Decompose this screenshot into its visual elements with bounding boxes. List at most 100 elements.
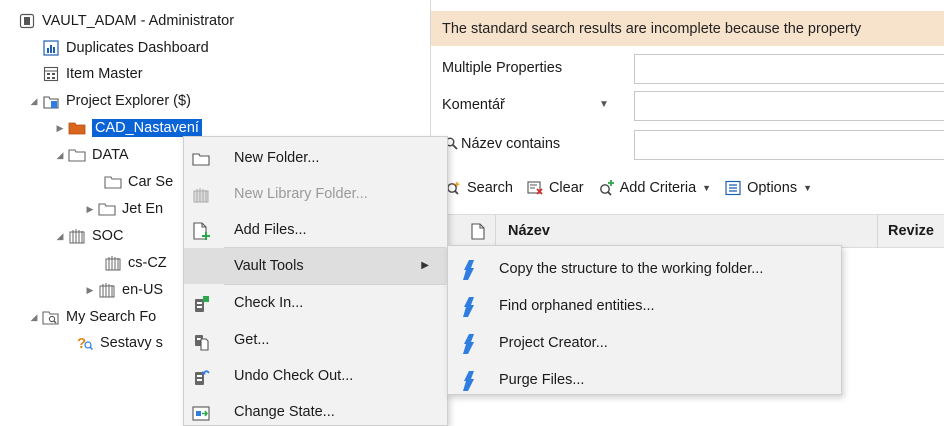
orange-folder-icon bbox=[68, 119, 86, 137]
column-separator[interactable] bbox=[495, 215, 496, 248]
submenu-item-copy-structure[interactable]: Copy the structure to the working folder… bbox=[448, 251, 841, 288]
saved-search-icon: ? bbox=[76, 334, 94, 352]
criteria-input[interactable] bbox=[634, 91, 944, 121]
criteria-label: Název contains bbox=[445, 136, 560, 152]
tree-node-label: VAULT_ADAM - Administrator bbox=[42, 13, 235, 29]
folder-icon bbox=[68, 146, 86, 164]
vault-tool-icon bbox=[462, 371, 478, 391]
context-menu: New Folder... New Library Folder... Add … bbox=[183, 136, 448, 426]
expanded-chevron-icon[interactable]: ◢ bbox=[28, 90, 40, 112]
submenu-item-purge-files[interactable]: Purge Files... bbox=[448, 362, 841, 399]
criteria-input[interactable] bbox=[634, 130, 944, 160]
change-state-icon bbox=[191, 403, 211, 423]
criteria-label[interactable]: Komentář bbox=[442, 97, 505, 113]
search-folder-icon bbox=[42, 308, 60, 326]
tree-node-data-folder[interactable]: ◢ DATA bbox=[54, 144, 129, 166]
tree-node-jet-folder[interactable]: ▶ Jet En bbox=[84, 198, 164, 220]
tree-node-car-folder[interactable]: Car Se bbox=[104, 171, 173, 193]
expanded-chevron-icon[interactable]: ◢ bbox=[54, 144, 66, 166]
tree-node-en-folder[interactable]: ▶ en-US bbox=[84, 279, 164, 301]
menu-item-undo-check-out[interactable]: Undo Check Out... bbox=[184, 358, 447, 394]
submenu-item-label: Purge Files... bbox=[499, 372, 585, 388]
vault-server-icon bbox=[18, 12, 36, 30]
menu-item-add-files[interactable]: Add Files... bbox=[184, 212, 447, 248]
tree-node-item-master[interactable]: Item Master bbox=[42, 63, 143, 85]
submenu-item-find-orphaned[interactable]: Find orphaned entities... bbox=[448, 288, 841, 325]
search-toolbar: Search Clear Add Criteria ▼ Options ▼ bbox=[431, 173, 944, 203]
add-criteria-button[interactable]: Add Criteria ▼ bbox=[598, 180, 711, 196]
menu-item-label: Undo Check Out... bbox=[234, 368, 354, 384]
criteria-label-text: Název contains bbox=[461, 136, 561, 152]
tree-node-saved-search[interactable]: ? Sestavy s bbox=[76, 332, 163, 354]
menu-item-label: New Library Folder... bbox=[234, 186, 368, 202]
menu-item-change-state[interactable]: Change State... bbox=[184, 394, 447, 426]
library-folder-icon bbox=[104, 254, 122, 272]
tree-node-label-selected: CAD_Nastavení bbox=[92, 119, 202, 137]
tree-node-root[interactable]: VAULT_ADAM - Administrator bbox=[18, 10, 234, 32]
tree-node-project-explorer[interactable]: ◢ Project Explorer ($) bbox=[28, 90, 191, 112]
clear-icon bbox=[527, 180, 544, 196]
expanded-chevron-icon[interactable]: ◢ bbox=[54, 225, 66, 247]
dropdown-arrow-icon: ▼ bbox=[702, 183, 712, 193]
tree-node-label: My Search Fo bbox=[66, 309, 157, 325]
collapsed-chevron-icon[interactable]: ▶ bbox=[84, 279, 96, 301]
folder-icon bbox=[98, 200, 116, 218]
library-folder-icon bbox=[98, 281, 116, 299]
search-button[interactable]: Search bbox=[445, 180, 513, 196]
expanded-chevron-icon[interactable]: ◢ bbox=[28, 306, 40, 328]
add-criteria-icon bbox=[598, 180, 615, 196]
column-separator[interactable] bbox=[877, 215, 878, 248]
criteria-input[interactable] bbox=[634, 54, 944, 84]
menu-item-get[interactable]: Get... bbox=[184, 322, 447, 358]
file-type-column-icon[interactable] bbox=[471, 223, 485, 243]
tree-node-cad-folder[interactable]: ▶ CAD_Nastavení bbox=[54, 117, 202, 139]
tree-node-label: DATA bbox=[92, 147, 129, 163]
tree-node-soc-folder[interactable]: ◢ SOC bbox=[54, 225, 124, 247]
menu-item-label: New Folder... bbox=[234, 150, 320, 166]
menu-item-new-folder[interactable]: New Folder... bbox=[184, 140, 447, 176]
vault-tool-icon bbox=[462, 334, 478, 354]
tree-node-my-search[interactable]: ◢ My Search Fo bbox=[28, 306, 157, 328]
tree-node-label: Sestavy s bbox=[100, 335, 163, 351]
library-folder-icon bbox=[68, 227, 86, 245]
tree-node-label: Item Master bbox=[66, 66, 143, 82]
column-header-revision[interactable]: Revize bbox=[888, 223, 934, 239]
project-explorer-icon bbox=[42, 92, 60, 110]
submenu-item-project-creator[interactable]: Project Creator... bbox=[448, 325, 841, 362]
menu-item-new-library-folder[interactable]: New Library Folder... bbox=[184, 176, 447, 212]
submenu-item-label: Copy the structure to the working folder… bbox=[499, 261, 764, 277]
tree-node-cs-folder[interactable]: cs-CZ bbox=[104, 252, 167, 274]
column-header-name[interactable]: Název bbox=[508, 223, 550, 239]
tree-node-label: Car Se bbox=[128, 174, 174, 190]
clear-button[interactable]: Clear bbox=[527, 180, 584, 196]
menu-item-label: Check In... bbox=[234, 295, 304, 311]
criteria-row: Komentář ▼ bbox=[431, 88, 944, 124]
collapsed-chevron-icon[interactable]: ▶ bbox=[84, 198, 96, 220]
tree-node-label: Jet En bbox=[122, 201, 164, 217]
vault-tool-icon bbox=[462, 260, 478, 280]
options-button[interactable]: Options ▼ bbox=[725, 180, 812, 196]
options-icon bbox=[725, 180, 742, 196]
criteria-row: Multiple Properties bbox=[431, 51, 944, 87]
menu-item-label: Get... bbox=[234, 332, 270, 348]
dropdown-arrow-icon[interactable]: ▼ bbox=[599, 99, 609, 110]
tree-node-label: Duplicates Dashboard bbox=[66, 40, 209, 56]
dropdown-arrow-icon: ▼ bbox=[803, 183, 812, 193]
tree-node-duplicates[interactable]: Duplicates Dashboard bbox=[42, 37, 209, 59]
menu-item-vault-tools[interactable]: Vault Tools ▶ bbox=[184, 248, 447, 284]
submenu-arrow-icon: ▶ bbox=[421, 260, 429, 271]
criteria-label: Multiple Properties bbox=[442, 60, 563, 76]
item-master-icon bbox=[42, 65, 60, 83]
get-icon bbox=[191, 331, 211, 351]
check-in-icon bbox=[191, 294, 211, 314]
tree-node-label: cs-CZ bbox=[128, 255, 167, 271]
search-button-label: Search bbox=[467, 180, 513, 196]
warning-banner: The standard search results are incomple… bbox=[431, 11, 944, 46]
menu-item-label: Vault Tools bbox=[234, 258, 304, 274]
menu-item-check-in[interactable]: Check In... bbox=[184, 285, 447, 321]
vault-tools-submenu: Copy the structure to the working folder… bbox=[447, 245, 842, 395]
collapsed-chevron-icon[interactable]: ▶ bbox=[54, 117, 66, 139]
submenu-item-label: Project Creator... bbox=[499, 335, 608, 351]
menu-item-label: Change State... bbox=[234, 404, 335, 420]
vault-tool-icon bbox=[462, 297, 478, 317]
